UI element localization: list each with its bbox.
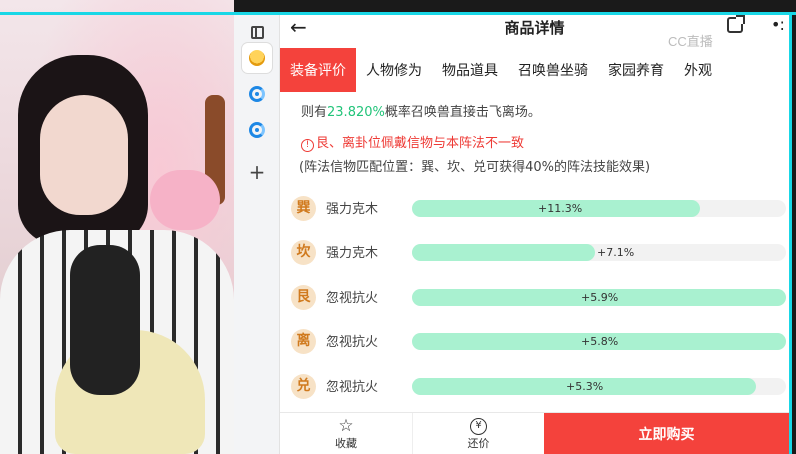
tab-home[interactable]: 家园养育 <box>598 48 674 92</box>
knockout-chance-text: 则有23.820%概率召唤兽直接击飞离场。 <box>301 105 541 120</box>
share-icon[interactable] <box>727 15 745 33</box>
bonus-value: +5.9% <box>581 291 619 304</box>
capture-frame-right <box>789 12 792 454</box>
sidebar-panel-icon <box>250 25 264 39</box>
bonus-value: +5.8% <box>581 335 619 348</box>
top-bar: ← 商品详情 •: CC直播 <box>280 15 789 49</box>
bonus-attribute: 强力克木 <box>326 246 379 261</box>
tab-appearance[interactable]: 外观 <box>674 48 722 92</box>
bonus-value: +5.3% <box>566 380 604 393</box>
plush-toy <box>150 170 220 230</box>
bonus-value: +11.3% <box>538 202 583 215</box>
coin-icon: ¥ <box>470 417 487 435</box>
star-icon: ☆ <box>338 416 354 436</box>
formation-note: (阵法信物匹配位置：巽、坎、兑可获得40%的阵法技能效果) <box>299 160 651 175</box>
bonus-bar-fill <box>412 244 595 261</box>
plus-icon: + <box>248 160 266 184</box>
browser-favicon-icon <box>249 122 265 138</box>
game-favicon-icon <box>249 50 265 66</box>
bonus-attribute: 强力克木 <box>326 202 379 217</box>
bonus-row: 兑 忽视抗火 +5.3% <box>280 371 789 415</box>
warning-icon: ! <box>301 139 314 152</box>
favorite-button[interactable]: ☆ 收藏 <box>280 413 412 454</box>
trigram-badge: 离 <box>291 329 316 354</box>
bonus-attribute: 忽视抗火 <box>326 335 379 350</box>
bonus-row: 巽 强力克木 +11.3% <box>280 193 789 237</box>
bargain-label: 还价 <box>467 436 490 450</box>
trigram-badge: 艮 <box>291 285 316 310</box>
bottom-action-bar: ☆ 收藏 ¥ 还价 立即购买 <box>280 412 789 454</box>
trigram-badge: 巽 <box>291 196 316 221</box>
trigram-badge: 兑 <box>291 374 316 399</box>
bonus-bar-track: +5.8% <box>412 333 786 350</box>
tab-browser-2[interactable] <box>242 115 272 145</box>
tab-summons-mounts[interactable]: 召唤兽坐骑 <box>508 48 598 92</box>
tab-game-app[interactable] <box>242 43 272 73</box>
category-tabs: 装备评价 人物修为 物品道具 召唤兽坐骑 家园养育 外观 <box>280 48 789 92</box>
bonus-attribute: 忽视抗火 <box>326 380 379 395</box>
bargain-button[interactable]: ¥ 还价 <box>412 413 544 454</box>
new-tab-button[interactable]: + <box>242 157 272 187</box>
bonus-attribute: 忽视抗火 <box>326 291 379 306</box>
tab-browser-1[interactable] <box>242 79 272 109</box>
bonus-row: 艮 忽视抗火 +5.9% <box>280 282 789 326</box>
bonus-bar-track: +5.9% <box>412 289 786 306</box>
favorite-label: 收藏 <box>335 437 357 450</box>
more-options-icon[interactable]: •: <box>771 15 785 34</box>
tab-items[interactable]: 物品道具 <box>432 48 508 92</box>
streamer-video <box>0 0 234 454</box>
formation-warning: ! 艮、离卦位佩戴信物与本阵法不一致 <box>301 132 524 152</box>
browser-favicon-icon <box>249 86 265 102</box>
bonus-bar-track: +5.3% <box>412 378 786 395</box>
product-detail-page: ← 商品详情 •: CC直播 装备评价 人物修为 物品道具 召唤兽坐骑 家园养育… <box>280 15 789 454</box>
tab-equipment-rating[interactable]: 装备评价 <box>280 48 356 92</box>
tab-character-cultivation[interactable]: 人物修为 <box>356 48 432 92</box>
trigram-badge: 坎 <box>291 240 316 265</box>
buy-now-button[interactable]: 立即购买 <box>544 413 789 454</box>
knockout-percentage: 23.820% <box>327 105 385 120</box>
streamer-face <box>40 95 128 215</box>
browser-tab-sidebar: + <box>234 15 280 454</box>
bonus-bar-track: +11.3% <box>412 200 786 217</box>
bonus-row: 离 忽视抗火 +5.8% <box>280 326 789 370</box>
bonus-row: 坎 强力克木 +7.1% <box>280 237 789 281</box>
microphone <box>70 245 140 395</box>
bonus-bar-track: +7.1% <box>412 244 786 261</box>
bonus-value: +7.1% <box>597 246 635 259</box>
